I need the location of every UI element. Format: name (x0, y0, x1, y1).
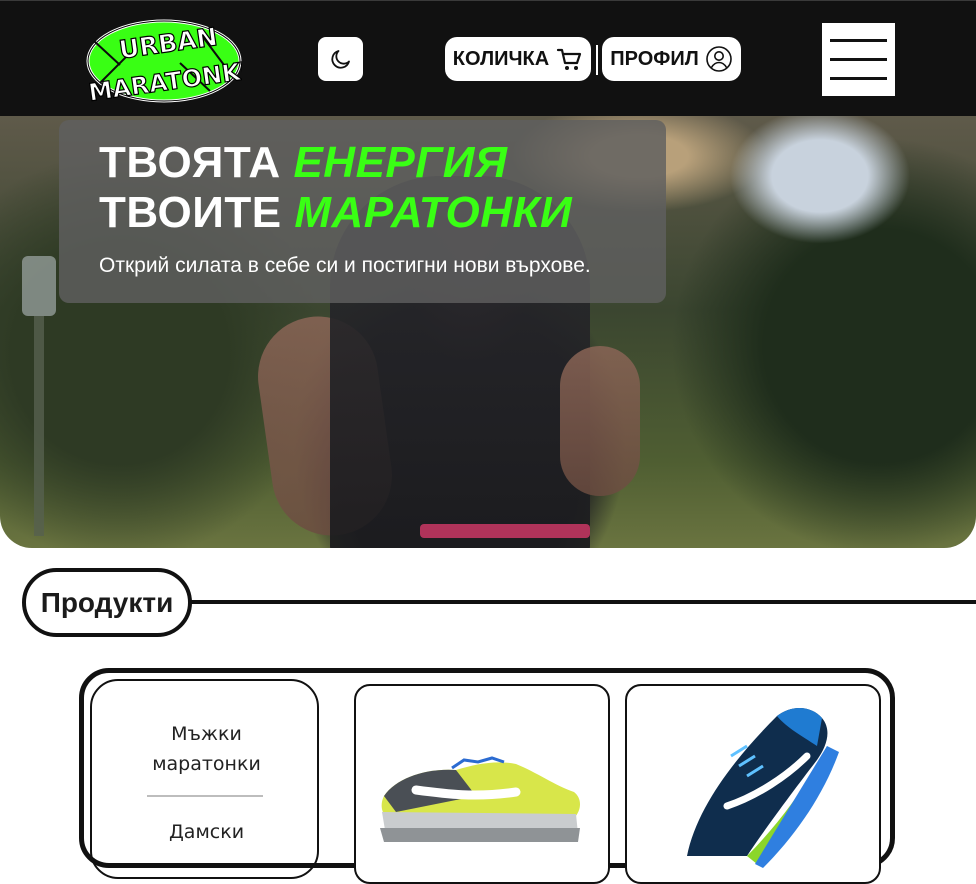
theme-toggle-button[interactable] (318, 37, 363, 81)
products-heading: Продукти (22, 568, 192, 637)
product-image-shoe-volt (380, 756, 580, 842)
hamburger-icon (830, 39, 887, 42)
category-item-women[interactable]: Дамски (92, 817, 321, 847)
hero-background-lamp (22, 256, 56, 316)
category-separator (147, 795, 263, 797)
hero-headline-line2: ТВОИТЕ МАРАТОНКИ (99, 188, 573, 237)
profile-button[interactable]: ПРОФИЛ (602, 37, 741, 81)
cart-icon (557, 48, 582, 70)
hero-banner: ТВОЯТА ЕНЕРГИЯ ТВОИТЕ МАРАТОНКИ Открий с… (0, 116, 976, 548)
hero-headline-line1: ТВОЯТА ЕНЕРГИЯ (99, 138, 508, 187)
user-circle-icon (705, 46, 732, 72)
brand-logo[interactable]: URBAN MARATONKI (80, 13, 252, 107)
header-divider (596, 45, 598, 75)
category-item-men[interactable]: Мъжки маратонки (92, 719, 321, 779)
product-card[interactable] (625, 684, 881, 884)
site-header: URBAN MARATONKI КОЛИЧКА ПРОФИЛ (0, 0, 976, 116)
menu-button[interactable] (822, 23, 895, 96)
profile-label: ПРОФИЛ (610, 47, 699, 70)
section-divider-line (190, 600, 976, 604)
cart-button[interactable]: КОЛИЧКА (445, 37, 591, 81)
hero-text-card: ТВОЯТА ЕНЕРГИЯ ТВОИТЕ МАРАТОНКИ Открий с… (59, 120, 666, 303)
category-sidebar: Мъжки маратонки Дамски (90, 679, 319, 879)
hero-subtitle: Открий силата в себе си и постигни нови … (99, 254, 591, 277)
cart-label: КОЛИЧКА (452, 47, 550, 70)
product-card[interactable] (354, 684, 610, 884)
product-image-shoe-blue (687, 707, 839, 868)
moon-icon (330, 50, 350, 69)
